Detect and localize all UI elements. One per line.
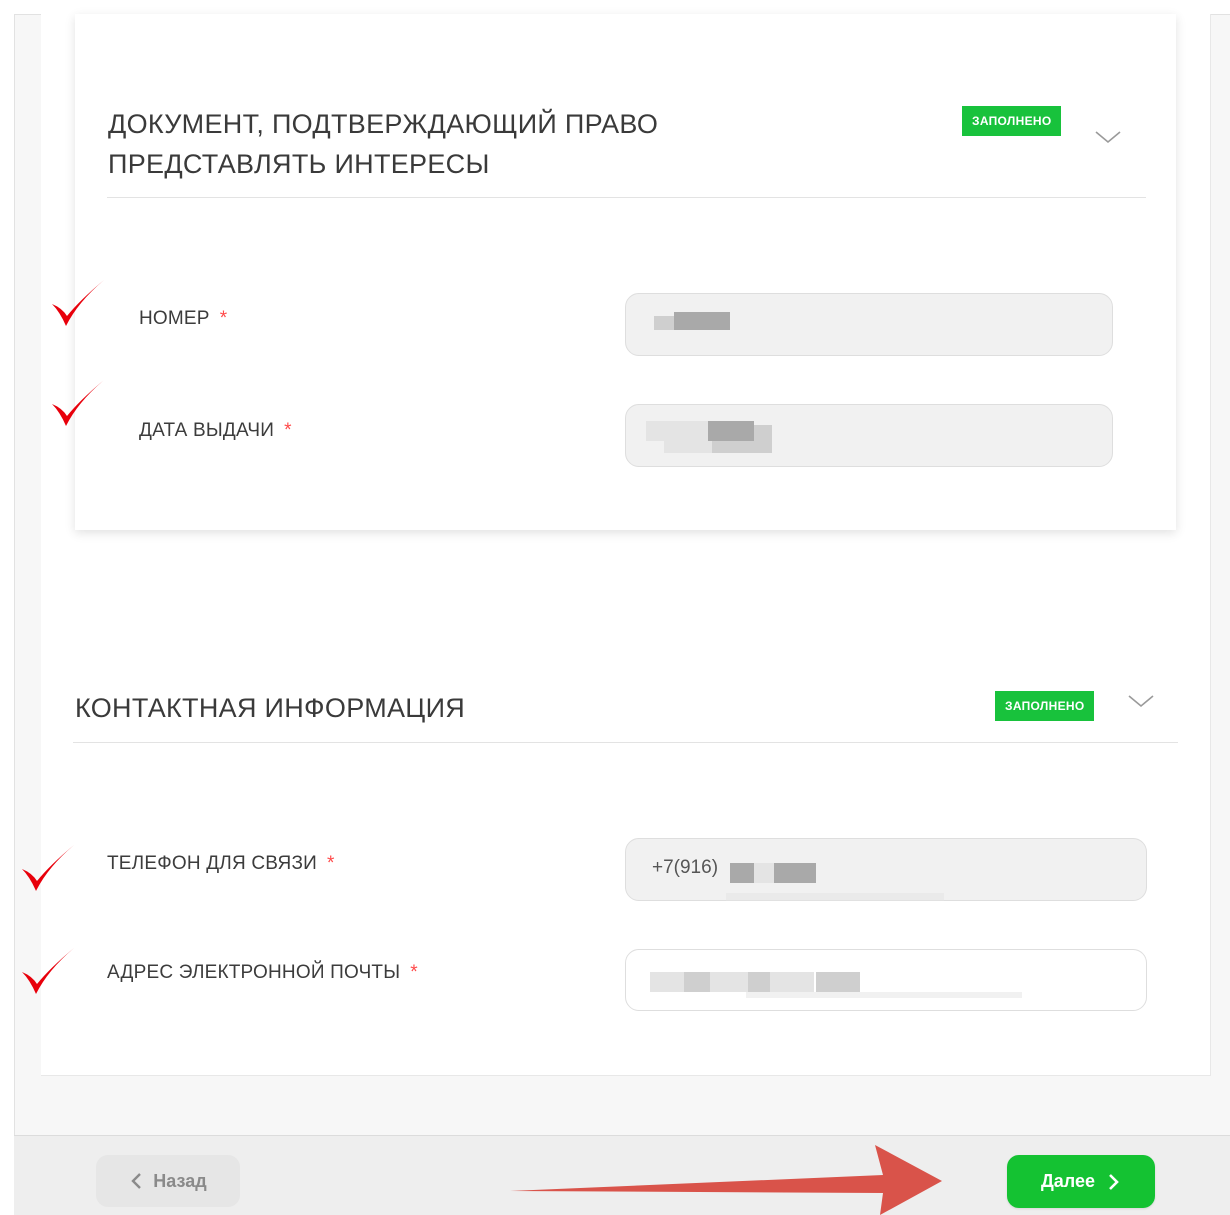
contact-status-badge: ЗАПОЛНЕНО [995,691,1095,721]
annotation-arrow [510,1145,942,1215]
required-mark: * [284,420,292,441]
redacted-value [654,316,674,330]
redacted-value [708,421,754,441]
back-button-label: Назад [153,1170,207,1191]
phone-value-prefix: +7(916) [652,857,719,878]
document-status-badge: ЗАПОЛНЕНО [962,106,1062,136]
chevron-down-icon[interactable] [1093,126,1123,146]
next-button-label: Далее [1040,1171,1096,1191]
checkmark-icon [22,948,74,994]
issue-date-input[interactable] [625,404,1113,467]
document-section-title: ДОКУМЕНТ, ПОДТВЕРЖДАЮЩИЙ ПРАВО ПРЕДСТАВЛ… [108,104,658,184]
redacted-value [684,972,710,992]
chevron-down-icon[interactable] [1126,690,1156,710]
issue-date-label-text: ДАТА ВЫДАЧИ [139,420,275,441]
back-button[interactable]: Назад [96,1155,240,1207]
chevron-left-icon [131,1173,142,1189]
redacted-value [650,972,684,992]
redacted-value [774,863,816,883]
redacted-value [816,972,860,992]
redacted-value [726,893,944,901]
redacted-value [748,972,770,992]
phone-field-label: ТЕЛЕФОН ДЛЯ СВЯЗИ * [107,853,335,875]
redacted-value [730,863,754,883]
redacted-value [746,992,1022,998]
redacted-value [770,972,814,992]
redacted-value [754,425,772,441]
number-field-label: НОМЕР * [139,308,227,330]
phone-input[interactable]: +7(916) [625,838,1147,901]
required-mark: * [219,308,228,329]
checkmark-icon [22,845,74,891]
email-label-text: АДРЕС ЭЛЕКТРОННОЙ ПОЧТЫ [107,962,401,983]
chevron-right-icon [1109,1173,1119,1190]
email-input[interactable] [625,949,1147,1011]
redacted-value [710,972,748,992]
redacted-value [674,312,730,330]
contact-section-divider [73,742,1178,743]
document-section-title-line2: ПРЕДСТАВЛЯТЬ ИНТЕРЕСЫ [108,149,490,179]
number-input[interactable] [625,293,1113,356]
redacted-value [646,421,708,441]
document-section-divider [107,197,1146,198]
redacted-value [754,863,774,883]
contact-section-title: КОНТАКТНАЯ ИНФОРМАЦИЯ [75,693,466,723]
required-mark: * [410,962,418,983]
required-mark: * [327,853,335,874]
redacted-value [712,441,772,453]
checkmark-icon [52,380,104,426]
document-section-title-line1: ДОКУМЕНТ, ПОДТВЕРЖДАЮЩИЙ ПРАВО [108,109,659,139]
email-field-label: АДРЕС ЭЛЕКТРОННОЙ ПОЧТЫ * [107,962,418,984]
phone-label-text: ТЕЛЕФОН ДЛЯ СВЯЗИ [107,853,317,874]
number-label-text: НОМЕР [139,308,210,329]
redacted-value [664,441,712,453]
issue-date-field-label: ДАТА ВЫДАЧИ * [139,420,292,442]
checkmark-icon [52,280,104,326]
next-button[interactable]: Далее [1007,1155,1155,1208]
